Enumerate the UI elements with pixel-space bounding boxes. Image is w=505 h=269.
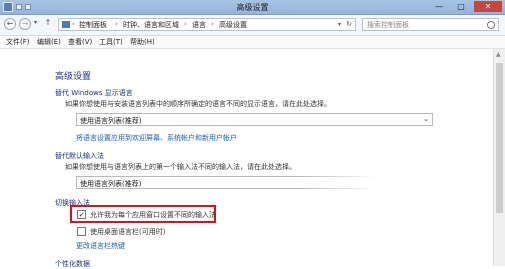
- address-dropdown-icon[interactable]: ▾: [338, 21, 341, 28]
- per-app-input-label[interactable]: 允许我为每个应用窗口设置不同的输入法: [90, 210, 216, 220]
- control-panel-icon: [62, 21, 70, 28]
- maximize-button[interactable]: □: [452, 1, 470, 12]
- search-placeholder: 搜索控制面板: [367, 21, 409, 29]
- search-input[interactable]: 搜索控制面板: [362, 18, 499, 31]
- desktop-language-bar-checkbox[interactable]: [77, 227, 86, 236]
- breadcrumb-separator: ›: [115, 20, 118, 28]
- display-language-selected: 使用语言列表(推荐): [80, 117, 142, 125]
- menu-help[interactable]: 帮助(H): [130, 37, 155, 47]
- display-language-dropdown[interactable]: 使用语言列表(推荐) ⌄: [76, 113, 433, 126]
- chevron-down-icon: ⌄: [423, 115, 429, 123]
- scrollbar-thumb[interactable]: [496, 63, 503, 213]
- display-language-title: 替代 Windows 显示语言: [55, 89, 133, 97]
- default-input-selected: 使用语言列表(推荐): [80, 180, 142, 188]
- refresh-icon[interactable]: ↻: [346, 20, 352, 28]
- up-button[interactable]: ↑: [42, 18, 54, 30]
- breadcrumb-language[interactable]: 语言: [192, 20, 206, 30]
- address-field[interactable]: › 控制面板 › 时钟、语言和区域 › 语言 › 高级设置 ▾ ↻: [58, 18, 356, 31]
- default-input-title: 替代默认输入法: [55, 152, 104, 160]
- default-input-description: 如果你想使用与语言列表上的第一个输入法不同的输入法，请在此处选择。: [65, 163, 296, 171]
- close-button[interactable]: ✕: [474, 1, 502, 12]
- menu-view[interactable]: 查看(V): [68, 37, 92, 47]
- menu-edit[interactable]: 编辑(E): [37, 37, 61, 47]
- search-icon[interactable]: [487, 21, 495, 29]
- breadcrumb-separator: ›: [211, 20, 214, 28]
- minimize-button[interactable]: —: [430, 1, 448, 12]
- breadcrumb-clock-region[interactable]: 时钟、语言和区域: [123, 20, 179, 30]
- breadcrumb-separator: ›: [72, 20, 75, 28]
- desktop-language-bar-label[interactable]: 使用桌面语言栏(可用时): [90, 227, 165, 237]
- address-bar: ← → ▾ ↑ › 控制面板 › 时钟、语言和区域 › 语言 › 高级设置 ▾ …: [0, 15, 505, 36]
- breadcrumb-advanced[interactable]: 高级设置: [219, 20, 247, 30]
- menu-bar: 文件(F) 编辑(E) 查看(V) 工具(T) 帮助(H): [0, 36, 505, 49]
- change-hotkeys-link[interactable]: 更改语言栏热键: [76, 241, 125, 251]
- per-app-input-checkbox[interactable]: ✓: [77, 210, 86, 219]
- back-button[interactable]: ←: [4, 18, 16, 30]
- breadcrumb-control-panel[interactable]: 控制面板: [79, 20, 107, 30]
- apply-settings-link[interactable]: 将语言设置应用到欢迎屏幕、系统帐户和新用户帐户: [76, 133, 237, 143]
- fade-overlay: [300, 170, 492, 196]
- recent-pages-icon[interactable]: ▾: [34, 19, 37, 26]
- vertical-scrollbar[interactable]: ▲: [493, 49, 505, 266]
- personalization-title: 个性化数据: [55, 260, 90, 268]
- menu-tools[interactable]: 工具(T): [99, 37, 123, 47]
- title-bar: 高级设置 — □ ✕: [0, 0, 505, 15]
- breadcrumb-separator: ›: [184, 20, 187, 28]
- menu-file[interactable]: 文件(F): [6, 37, 30, 47]
- display-language-description: 如果你想使用与安装语言列表中的顺序所确定的语言不同的显示语言，请在此处选择。: [65, 100, 331, 108]
- forward-button[interactable]: →: [19, 18, 31, 30]
- page-title: 高级设置: [55, 72, 92, 82]
- scroll-up-icon[interactable]: ▲: [496, 51, 501, 58]
